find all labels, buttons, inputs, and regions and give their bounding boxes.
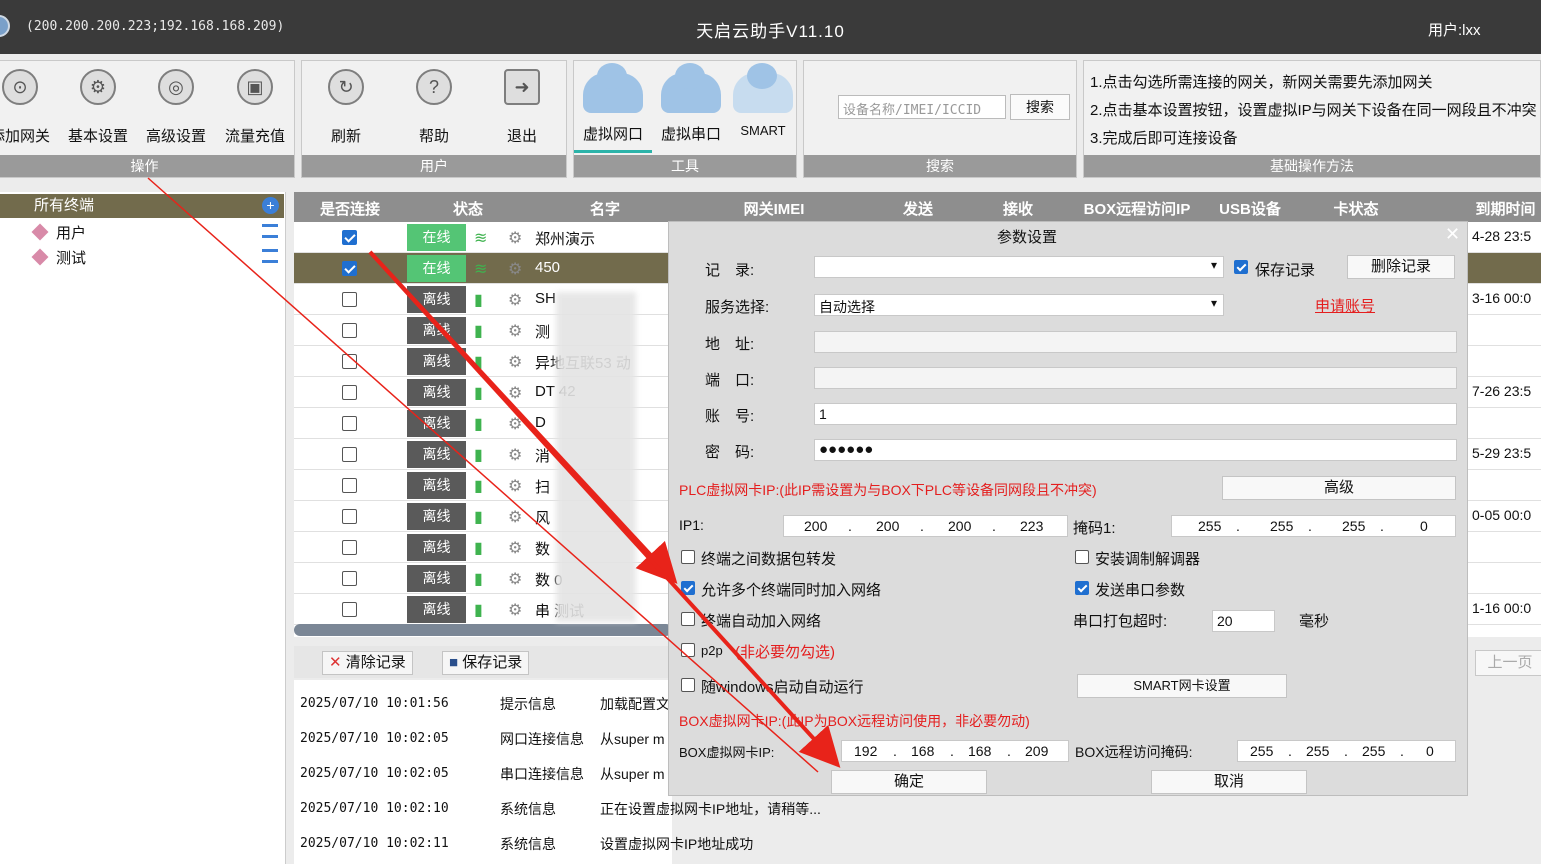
arrow-line bbox=[368, 250, 841, 768]
annotation-arrows bbox=[147, 177, 841, 773]
arrow-line bbox=[147, 177, 819, 773]
